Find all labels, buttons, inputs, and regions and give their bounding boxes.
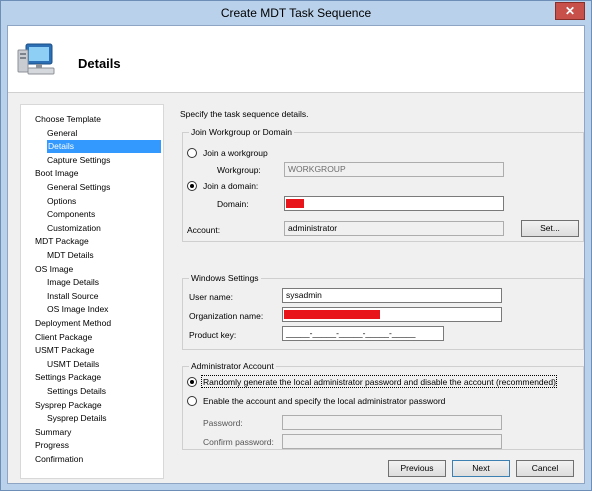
sidebar-item[interactable]: Choose Template	[35, 113, 101, 126]
sidebar-item[interactable]: Install Source	[47, 290, 99, 303]
sidebar-item[interactable]: MDT Details	[47, 249, 94, 262]
product-key-input[interactable]: _____-_____-_____-_____-_____	[282, 326, 444, 341]
page-description: Specify the task sequence details.	[180, 109, 309, 119]
admin-group-title: Administrator Account	[189, 361, 276, 371]
sidebar-item[interactable]: Confirmation	[35, 453, 83, 466]
domain-label: Domain:	[217, 199, 249, 209]
confirm-password-input[interactable]	[282, 434, 502, 449]
sidebar-item[interactable]: Capture Settings	[47, 154, 110, 167]
confirm-password-label: Confirm password:	[203, 437, 274, 447]
sidebar-item[interactable]: Components	[47, 208, 95, 221]
sidebar-item[interactable]: Customization	[47, 222, 101, 235]
sidebar-item[interactable]: USMT Details	[47, 358, 99, 371]
sidebar-item[interactable]: Settings Package	[35, 371, 101, 384]
username-input[interactable]: sysadmin	[282, 288, 502, 303]
sidebar-item[interactable]: Deployment Method	[35, 317, 111, 330]
domain-radio[interactable]	[187, 181, 197, 191]
random-password-label[interactable]: Randomly generate the local administrato…	[203, 377, 556, 387]
workgroup-radio-label[interactable]: Join a workgroup	[203, 148, 268, 158]
password-input[interactable]	[282, 415, 502, 430]
sidebar-item[interactable]: Sysprep Package	[35, 399, 102, 412]
domain-input[interactable]	[284, 196, 504, 211]
join-group-title: Join Workgroup or Domain	[189, 127, 294, 137]
computer-icon	[17, 43, 55, 75]
sidebar-item[interactable]: Details	[47, 140, 161, 154]
redaction-mark	[286, 199, 304, 208]
enable-account-radio[interactable]	[187, 396, 197, 406]
title-bar[interactable]: Create MDT Task Sequence ✕	[1, 1, 591, 25]
next-button[interactable]: Next	[452, 460, 510, 477]
enable-account-label[interactable]: Enable the account and specify the local…	[203, 396, 445, 406]
account-label: Account:	[187, 225, 221, 235]
random-password-radio[interactable]	[187, 377, 197, 387]
organization-input[interactable]	[282, 307, 502, 322]
sidebar-item[interactable]: Summary	[35, 426, 71, 439]
header-banner: Details	[8, 26, 584, 93]
username-label: User name:	[189, 292, 233, 302]
sidebar-item[interactable]: Sysprep Details	[47, 412, 107, 425]
page-title: Details	[78, 56, 121, 71]
details-panel: Specify the task sequence details. Join …	[170, 104, 584, 479]
sidebar-item[interactable]: OS Image Index	[47, 303, 108, 316]
account-input[interactable]: administrator	[284, 221, 504, 236]
sidebar-item[interactable]: Image Details	[47, 276, 99, 289]
password-label: Password:	[203, 418, 243, 428]
sidebar-item[interactable]: Boot Image	[35, 167, 78, 180]
sidebar-item[interactable]: General Settings	[47, 181, 110, 194]
admin-account-group: Administrator Account Randomly generate …	[182, 361, 584, 450]
organization-label: Organization name:	[189, 311, 264, 321]
windows-group-title: Windows Settings	[189, 273, 261, 283]
cancel-button[interactable]: Cancel	[516, 460, 574, 477]
sidebar-item[interactable]: Options	[47, 195, 76, 208]
windows-settings-group: Windows Settings User name: sysadmin Org…	[182, 273, 584, 350]
sidebar-item[interactable]: OS Image	[35, 263, 73, 276]
sidebar-item[interactable]: USMT Package	[35, 344, 94, 357]
sidebar-item[interactable]: Progress	[35, 439, 69, 452]
sidebar-item[interactable]: MDT Package	[35, 235, 89, 248]
window-title: Create MDT Task Sequence	[220, 6, 372, 20]
sidebar-item[interactable]: Settings Details	[47, 385, 106, 398]
sidebar-item[interactable]: Client Package	[35, 331, 92, 344]
previous-button[interactable]: Previous	[388, 460, 446, 477]
workgroup-radio[interactable]	[187, 148, 197, 158]
workgroup-label: Workgroup:	[217, 165, 261, 175]
wizard-window: Create MDT Task Sequence ✕ Details Choos…	[0, 0, 592, 491]
join-group: Join Workgroup or Domain Join a workgrou…	[182, 127, 584, 242]
domain-radio-label[interactable]: Join a domain:	[203, 181, 258, 191]
wizard-nav: Choose Template General Details Capture Set…	[20, 104, 164, 479]
redaction-mark	[284, 310, 380, 319]
workgroup-input[interactable]: WORKGROUP	[284, 162, 504, 177]
set-account-button[interactable]: Set...	[521, 220, 579, 237]
sidebar-item[interactable]: General	[47, 127, 77, 140]
client-area: Details Choose Template General Details Cap…	[7, 25, 585, 484]
product-key-label: Product key:	[189, 330, 237, 340]
close-button[interactable]: ✕	[555, 2, 585, 20]
